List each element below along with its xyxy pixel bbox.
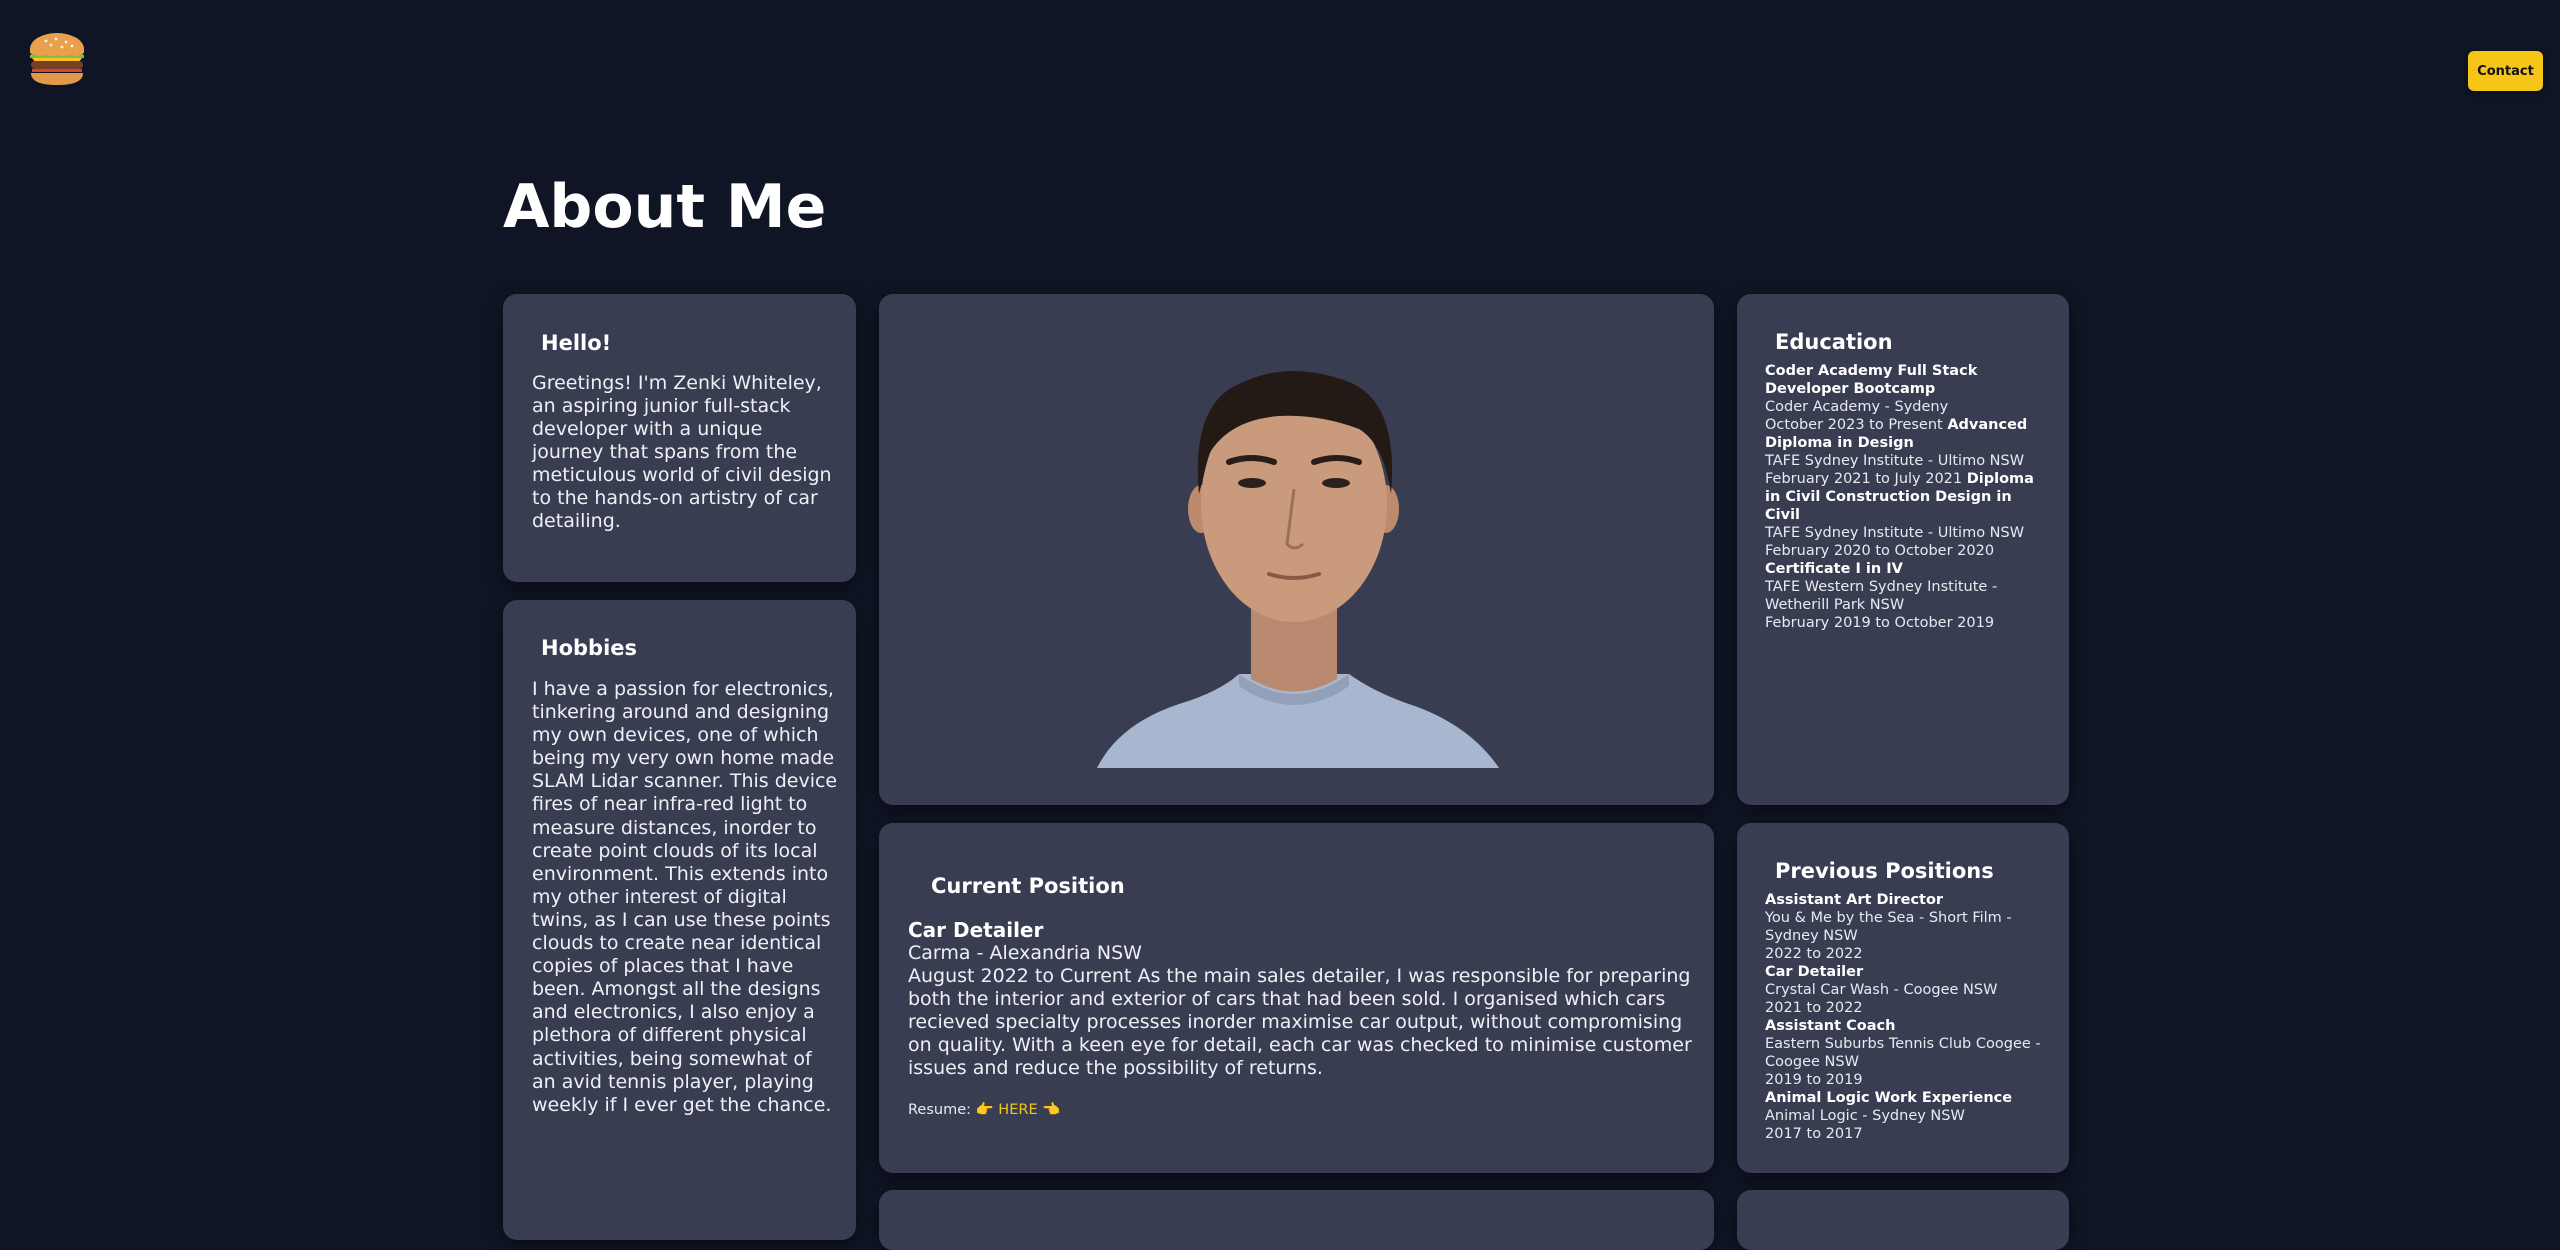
resume-line: Resume: 👉 HERE 👈 xyxy=(908,1101,1060,1118)
previous-position-title: Assistant Coach xyxy=(1765,1018,1896,1034)
current-position-heading: Current Position xyxy=(931,874,1125,898)
education-place: TAFE Sydney Institute - Ultimo NSW xyxy=(1765,453,2025,469)
portrait-photo-card xyxy=(879,294,1714,805)
position-company: Carma - Alexandria NSW xyxy=(908,942,1142,964)
position-dates: August 2022 to Current xyxy=(908,965,1132,987)
previous-position-title: Assistant Art Director xyxy=(1765,892,1944,908)
education-dates: February 2020 to October 2020 xyxy=(1765,543,1995,559)
previous-position-dates: 2022 to 2022 xyxy=(1765,946,1863,962)
hamburger-menu-icon[interactable] xyxy=(28,31,86,89)
education-dates: February 2021 to July 2021 xyxy=(1765,471,1963,487)
current-position-card: Current Position Car Detailer Carma - Al… xyxy=(879,823,1714,1173)
education-dates: February 2019 to October 2019 xyxy=(1765,615,1995,631)
hello-heading: Hello! xyxy=(541,331,612,355)
previous-position-dates: 2021 to 2022 xyxy=(1765,1000,1863,1016)
education-title: Certificate I in IV xyxy=(1765,561,1903,577)
education-place: TAFE Western Sydney Institute - Wetheril… xyxy=(1765,579,1998,613)
education-list: Coder Academy Full Stack Developer Bootc… xyxy=(1765,362,2050,632)
position-title: Car Detailer xyxy=(908,918,1044,942)
hobbies-card: Hobbies I have a passion for electronics… xyxy=(503,600,856,1240)
previous-position-place: You & Me by the Sea - Short Film - Sydne… xyxy=(1765,910,2012,944)
projects-card-partial xyxy=(879,1190,1714,1250)
education-title: Coder Academy Full Stack Developer Bootc… xyxy=(1765,363,1978,397)
previous-position-place: Eastern Suburbs Tennis Club Coogee - Coo… xyxy=(1765,1036,2041,1070)
education-place: TAFE Sydney Institute - Ultimo NSW xyxy=(1765,525,2025,541)
hobbies-heading: Hobbies xyxy=(541,636,638,660)
resume-link[interactable]: 👉 HERE 👈 xyxy=(976,1102,1061,1118)
previous-positions-list: Assistant Art Director You & Me by the S… xyxy=(1765,891,2055,1143)
hello-text: Greetings! I'm Zenki Whiteley, an aspiri… xyxy=(532,372,832,532)
education-card: Education Coder Academy Full Stack Devel… xyxy=(1737,294,2069,805)
hello-card: Hello! Greetings! I'm Zenki Whiteley, an… xyxy=(503,294,856,582)
top-navigation-bar: Contact xyxy=(0,0,2560,140)
previous-position-title: Animal Logic Work Experience xyxy=(1765,1090,2013,1106)
previous-position-place: Animal Logic - Sydney NSW xyxy=(1765,1108,1965,1124)
previous-position-title: Car Detailer xyxy=(1765,964,1864,980)
side-card-partial xyxy=(1737,1190,2069,1250)
resume-label: Resume: xyxy=(908,1102,972,1118)
list-item: Coder Academy Full Stack Developer Bootc… xyxy=(1765,362,2050,632)
previous-position-dates: 2017 to 2017 xyxy=(1765,1126,1863,1142)
education-place: Coder Academy - Sydeny xyxy=(1765,399,1949,415)
page-title: About Me xyxy=(503,172,827,242)
previous-positions-heading: Previous Positions xyxy=(1775,859,1994,883)
education-heading: Education xyxy=(1775,330,1893,354)
previous-position-dates: 2019 to 2019 xyxy=(1765,1072,1863,1088)
hobbies-text: I have a passion for electronics, tinker… xyxy=(532,678,838,1116)
portrait-photo xyxy=(1097,370,1499,768)
contact-button[interactable]: Contact xyxy=(2468,51,2543,91)
previous-positions-card: Previous Positions Assistant Art Directo… xyxy=(1737,823,2069,1173)
education-dates: October 2023 to Present xyxy=(1765,417,1943,433)
previous-position-place: Crystal Car Wash - Coogee NSW xyxy=(1765,982,1998,998)
position-description: August 2022 to Current As the main sales… xyxy=(908,965,1698,1080)
